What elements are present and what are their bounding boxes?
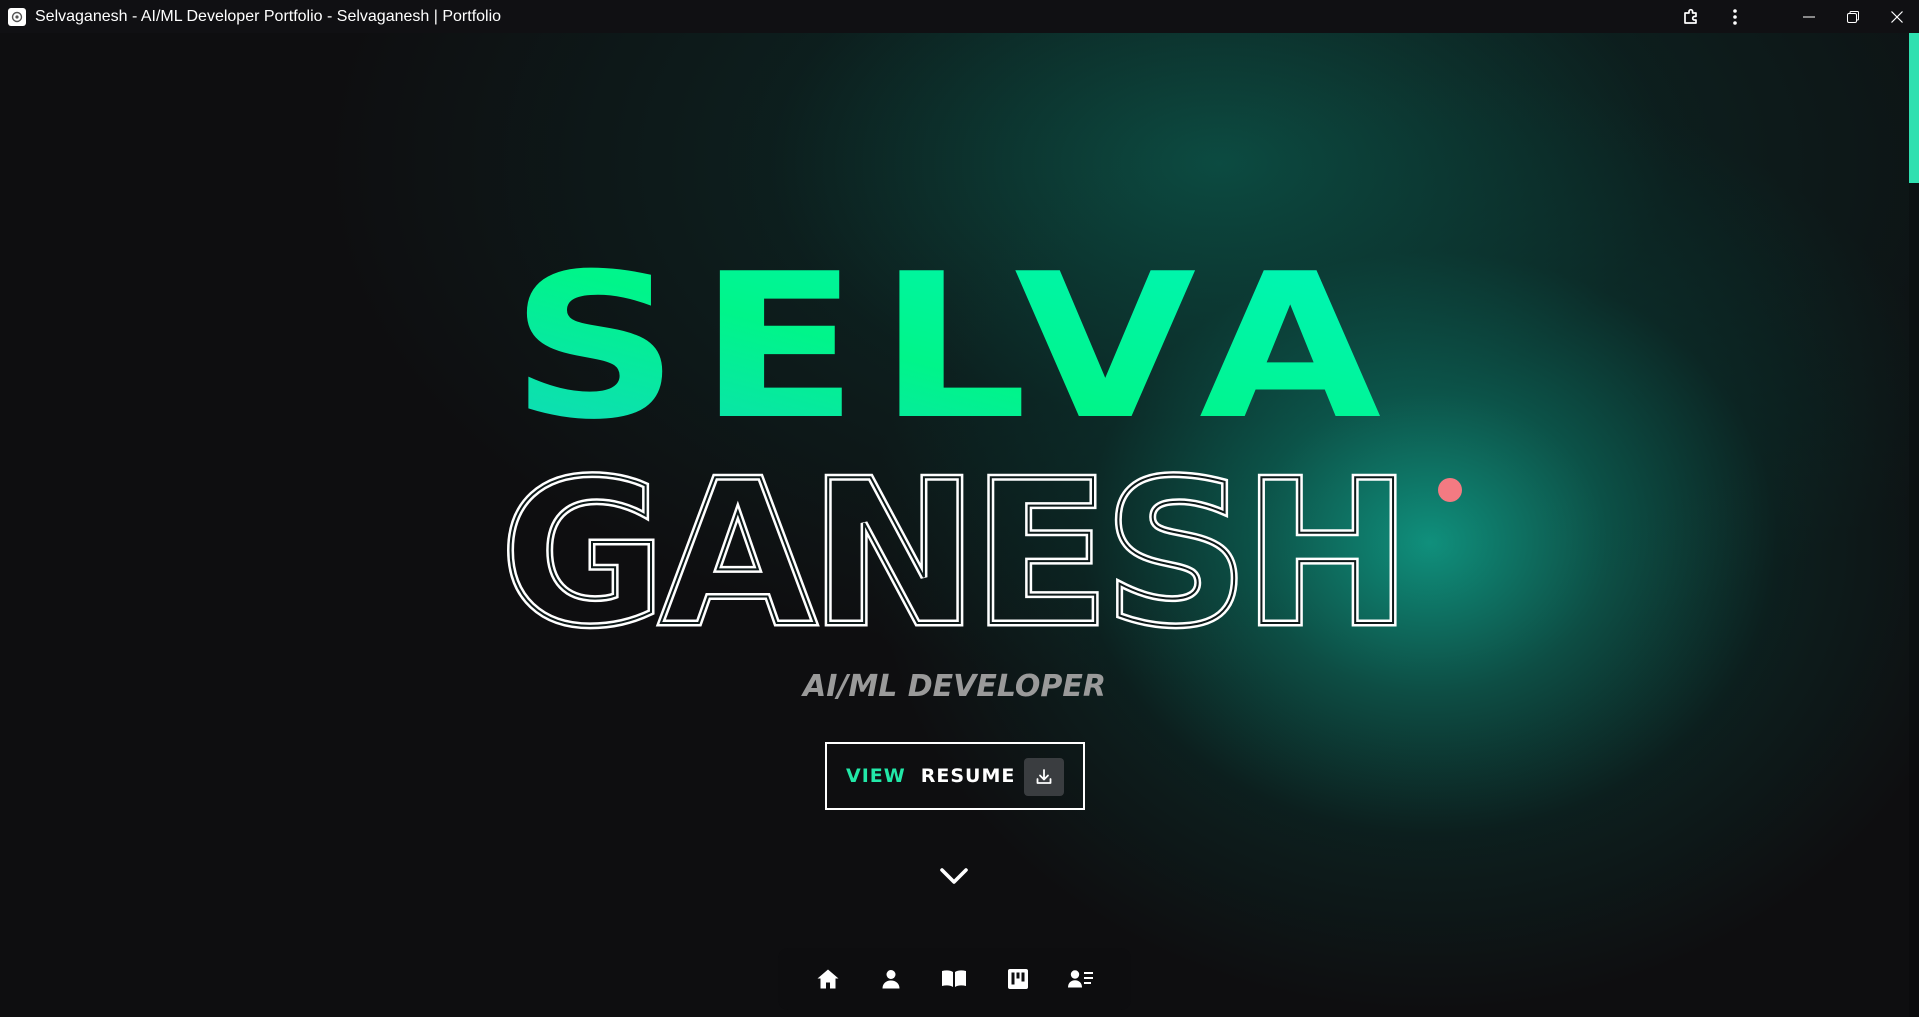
more-vertical-icon[interactable]	[1713, 0, 1757, 33]
kanban-icon	[1007, 969, 1028, 989]
bottom-nav	[778, 948, 1131, 1010]
hero-title-line1: SELVA	[510, 231, 1400, 464]
close-icon[interactable]	[1875, 0, 1919, 33]
contact-card-icon	[1068, 970, 1094, 988]
view-resume-button[interactable]: VIEW RESUME	[825, 742, 1085, 810]
app-icon	[8, 7, 26, 26]
window-titlebar: Selvaganesh - AI/ML Developer Portfolio …	[0, 0, 1919, 33]
nav-contact-button[interactable]	[1061, 959, 1101, 999]
nav-about-button[interactable]	[871, 959, 911, 999]
nav-blog-button[interactable]	[934, 959, 974, 999]
download-icon[interactable]	[1024, 758, 1064, 796]
window-controls	[1669, 0, 1919, 33]
home-icon	[817, 969, 839, 989]
nav-projects-button[interactable]	[998, 959, 1038, 999]
nav-home-button[interactable]	[808, 959, 848, 999]
user-icon	[882, 970, 900, 989]
resume-button-resume-label: RESUME	[920, 765, 1016, 787]
resume-button-view-label: VIEW	[846, 765, 906, 787]
scrollbar[interactable]	[1909, 33, 1919, 1017]
page-viewport: SELVA GANESH GANESH AI/ML DEVELOPER VIEW…	[0, 33, 1919, 1017]
cursor-dot	[1438, 478, 1462, 502]
extensions-icon[interactable]	[1669, 0, 1713, 33]
restore-icon[interactable]	[1831, 0, 1875, 33]
chevron-down-icon[interactable]	[938, 865, 970, 887]
window-title: Selvaganesh - AI/ML Developer Portfolio …	[35, 7, 502, 25]
hero-title-line2-inner: GANESH	[501, 438, 1406, 671]
book-open-icon	[942, 970, 967, 987]
minimize-icon[interactable]	[1787, 0, 1831, 33]
hero-subtitle: AI/ML DEVELOPER	[803, 669, 1106, 704]
scrollbar-thumb[interactable]	[1909, 33, 1919, 183]
